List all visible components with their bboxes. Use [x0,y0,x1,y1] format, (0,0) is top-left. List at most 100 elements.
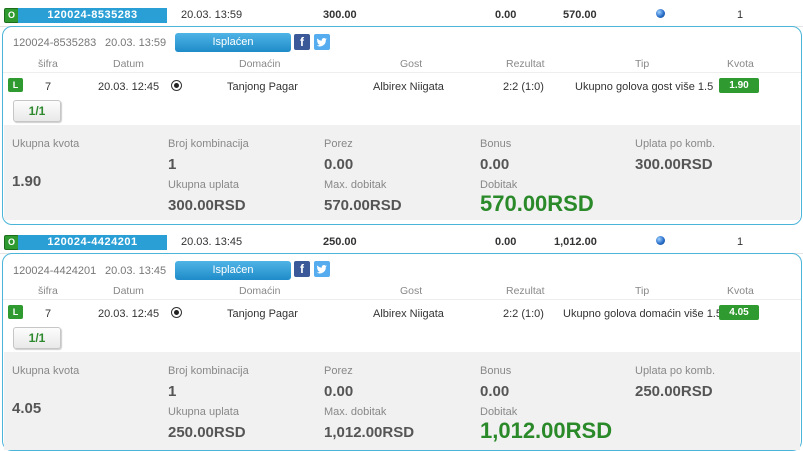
col-header-date: Datum [113,58,144,70]
col-header-date: Datum [113,285,144,297]
col-header-result: Rezultat [506,58,545,70]
ticket-datetime: 20.03. 13:45 [181,236,243,248]
win-label: Dobitak [480,406,518,418]
total-stake-label: Ukupna uplata [168,406,239,418]
odds-badge: 4.05 [719,305,759,320]
row-status-badge: L [8,305,23,319]
match-result: 2:2 (1:0) [503,81,544,93]
ticket-count: 1 [737,9,744,21]
col-header-away: Gost [400,58,423,70]
combinations-value: 1 [168,383,177,400]
total-stake-value: 250.00RSD [168,424,246,441]
tax-value: 0.00 [324,383,354,400]
ticket-count: 1 [737,236,744,248]
ticket-detail-panel: 120024-4424201 20.03. 13:45 Isplaćen f š… [2,253,802,451]
total-odds-value: 1.90 [12,173,42,190]
per-combination-label: Uplata po komb. [635,365,716,377]
col-header-home: Domaćin [239,58,281,70]
ticket-tax: 0.00 [495,236,517,248]
col-header-code: šifra [38,58,58,70]
detail-datetime: 20.03. 13:45 [105,265,167,277]
detail-datetime: 20.03. 13:59 [105,37,167,49]
total-stake-value: 300.00RSD [168,197,246,214]
combinations-label: Broj kombinacija [168,365,249,377]
away-team: Albirex Niigata [373,308,444,320]
max-win-label: Max. dobitak [324,179,387,191]
ticket-summary-row[interactable]: O 120024-4424201 20.03. 13:45 250.00 0.0… [0,231,803,254]
summary-block: Ukupna kvota 1.90 Broj kombinacija 1 Uku… [4,125,800,220]
match-date: 20.03. 12:45 [98,308,160,320]
odds-badge: 1.90 [719,78,759,93]
ticket-tax: 0.00 [495,9,517,21]
col-header-odds: Kvota [727,285,754,297]
combinations-value: 1 [168,156,177,173]
detail-ticket-id: 120024-4424201 [13,265,97,277]
per-combination-value: 300.00RSD [635,156,713,173]
per-combination-value: 250.00RSD [635,383,713,400]
table-row: L 7 20.03. 12:45 Tanjong Pagar Albirex N… [3,299,801,324]
match-result: 2:2 (1:0) [503,308,544,320]
bonus-value: 0.00 [480,156,510,173]
summary-block: Ukupna kvota 4.05 Broj kombinacija 1 Uku… [4,352,800,450]
total-stake-label: Ukupna uplata [168,179,239,191]
total-odds-label: Ukupna kvota [12,138,80,150]
max-win-value: 1,012.00RSD [324,424,415,441]
total-odds-label: Ukupna kvota [12,365,80,377]
per-combination-label: Uplata po komb. [635,138,716,150]
bonus-label: Bonus [480,365,512,377]
globe-icon[interactable] [656,9,665,18]
match-code: 7 [45,308,52,320]
tax-label: Porez [324,365,353,377]
win-label: Dobitak [480,179,518,191]
total-odds-value: 4.05 [12,400,42,417]
tax-label: Porez [324,138,353,150]
win-value: 1,012.00RSD [480,418,613,443]
status-paid-button[interactable]: Isplaćen [175,261,291,280]
twitter-icon[interactable] [314,261,330,277]
combinations-label: Broj kombinacija [168,138,249,150]
col-header-home: Domaćin [239,285,281,297]
detail-ticket-id: 120024-8535283 [13,37,97,49]
win-value: 570.00RSD [480,191,594,216]
away-team: Albirex Niigata [373,81,444,93]
tax-value: 0.00 [324,156,354,173]
soccer-ball-icon [171,307,182,318]
col-header-tip: Tip [635,285,650,297]
ticket-payout: 570.00 [563,9,597,21]
col-header-code: šifra [38,285,58,297]
pagination-button[interactable]: 1/1 [13,100,61,122]
bet-tip: Ukupno golova domaćin više 1.5 [563,308,722,320]
max-win-label: Max. dobitak [324,406,387,418]
bonus-value: 0.00 [480,383,510,400]
globe-icon[interactable] [656,236,665,245]
home-team: Tanjong Pagar [227,81,298,93]
match-date: 20.03. 12:45 [98,81,160,93]
ticket-id-link[interactable]: 120024-4424201 [18,235,167,250]
bet-tip: Ukupno golova gost više 1.5 [575,81,714,93]
ticket-stake: 250.00 [323,236,357,248]
facebook-icon[interactable]: f [294,261,310,277]
ticket-type-badge: O [4,235,19,250]
status-paid-button[interactable]: Isplaćen [175,33,291,52]
ticket-stake: 300.00 [323,9,357,21]
pagination-button[interactable]: 1/1 [13,327,61,349]
col-header-odds: Kvota [727,58,754,70]
bonus-label: Bonus [480,138,512,150]
ticket-type-badge: O [4,8,19,23]
twitter-icon[interactable] [314,34,330,50]
home-team: Tanjong Pagar [227,308,298,320]
facebook-icon[interactable]: f [294,34,310,50]
match-code: 7 [45,81,52,93]
max-win-value: 570.00RSD [324,197,402,214]
table-row: L 7 20.03. 12:45 Tanjong Pagar Albirex N… [3,72,801,97]
col-header-tip: Tip [635,58,650,70]
ticket-datetime: 20.03. 13:59 [181,9,243,21]
ticket-payout: 1,012.00 [554,236,597,248]
ticket-id-link[interactable]: 120024-8535283 [18,8,167,23]
col-header-away: Gost [400,285,423,297]
col-header-result: Rezultat [506,285,545,297]
ticket-summary-row[interactable]: O 120024-8535283 20.03. 13:59 300.00 0.0… [0,4,803,27]
row-status-badge: L [8,78,23,92]
ticket-detail-panel: 120024-8535283 20.03. 13:59 Isplaćen f š… [2,26,802,225]
soccer-ball-icon [171,80,182,91]
